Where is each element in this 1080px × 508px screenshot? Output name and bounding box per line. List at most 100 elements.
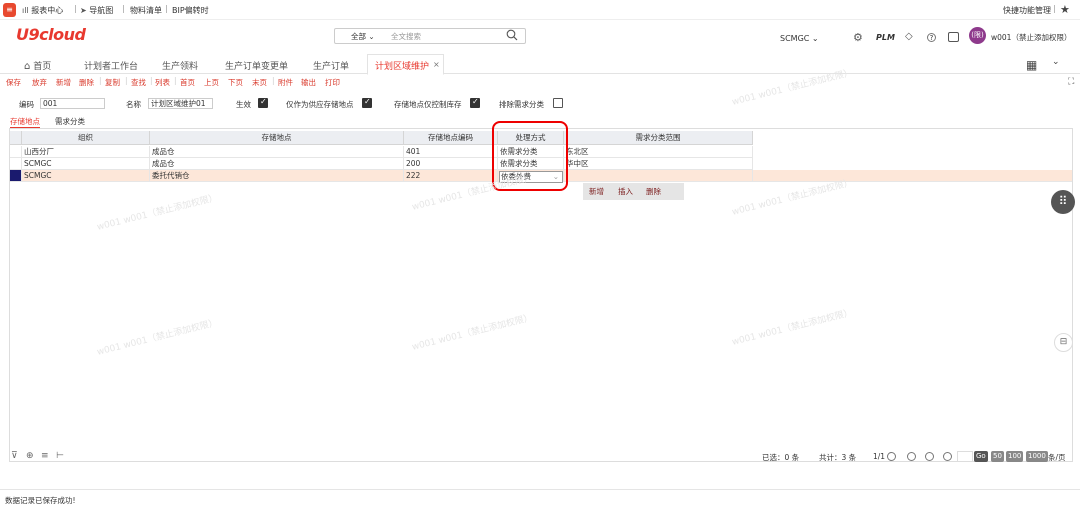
code-field[interactable]: 001 — [40, 98, 105, 109]
cell-location-code[interactable]: 401 — [404, 146, 498, 158]
tab-production-order[interactable]: 生产订单 — [313, 59, 349, 72]
column-settings-icon[interactable]: ≡ — [41, 451, 49, 461]
close-icon[interactable]: × — [433, 60, 440, 69]
search-input[interactable]: 全文搜索 — [391, 31, 421, 42]
tab-planner-workbench[interactable]: 计划者工作台 — [84, 59, 138, 72]
search-scope-select[interactable]: 全部 ⌄ — [351, 31, 375, 42]
divider: | — [99, 76, 102, 85]
effective-checkbox[interactable] — [258, 97, 268, 108]
list-button[interactable]: 列表 — [155, 77, 170, 88]
tab-production-picking[interactable]: 生产领料 — [162, 59, 198, 72]
tab-planning-area[interactable]: 计划区域维护 — [375, 59, 429, 72]
add-circle-icon[interactable]: ⊕ — [26, 451, 34, 461]
app-grid-icon[interactable]: ⠿ — [1051, 190, 1075, 214]
help-icon[interactable]: ? — [927, 33, 936, 42]
calendar-icon[interactable] — [948, 32, 959, 42]
new-button[interactable]: 新增 — [56, 77, 71, 88]
app-menu-icon[interactable]: ≡ — [3, 3, 16, 17]
star-icon[interactable]: ★ — [1060, 3, 1070, 16]
avatar[interactable]: (限) — [969, 27, 986, 44]
quick-function-link[interactable]: 快捷功能管理 — [1003, 5, 1051, 16]
page-indicator: 1/1 — [873, 452, 886, 461]
cell-location[interactable]: 成品仓 — [150, 158, 404, 170]
cell-location[interactable]: 成品仓 — [150, 146, 404, 158]
prev-page-icon[interactable] — [907, 452, 916, 461]
cell-org[interactable]: SCMGC — [22, 158, 150, 170]
copy-button[interactable]: 复制 — [105, 77, 120, 88]
last-page-icon[interactable] — [943, 452, 952, 461]
user-name[interactable]: w001（禁止添加权限） — [991, 32, 1071, 43]
cell-location-code[interactable]: 222 — [404, 170, 498, 182]
top-bar — [0, 0, 1080, 20]
report-center-link[interactable]: ıll 报表中心 — [22, 5, 63, 16]
expand-icon[interactable]: ⛶ — [1068, 77, 1074, 87]
column-header-location[interactable]: 存储地点 — [150, 131, 404, 145]
inventory-only-checkbox[interactable] — [470, 97, 480, 108]
plm-icon[interactable]: PLM — [876, 33, 895, 42]
column-header-org[interactable]: 组织 — [22, 131, 150, 145]
divider: | — [74, 4, 77, 13]
page-input[interactable] — [957, 451, 973, 462]
org-select[interactable]: SCMGC ⌄ — [780, 34, 819, 43]
row-selector[interactable] — [10, 146, 22, 158]
row-selector[interactable] — [10, 158, 22, 170]
grid-menu-icon[interactable]: ▦ — [1026, 58, 1037, 72]
search-icon[interactable] — [506, 29, 518, 41]
filter-icon[interactable]: ⊽ — [11, 451, 18, 461]
row-add-button[interactable]: 新增 — [589, 186, 604, 197]
column-header-location-code[interactable]: 存储地点编码 — [404, 131, 498, 145]
row-selector-selected[interactable] — [10, 170, 22, 182]
chevron-down-icon: ⌄ — [811, 34, 819, 43]
divider: | — [1053, 4, 1056, 13]
first-page-icon[interactable] — [887, 452, 896, 461]
last-page-button[interactable]: 末页 — [252, 77, 267, 88]
page-size-100[interactable]: 100 — [1006, 451, 1024, 462]
name-field[interactable]: 计划区域维护01 — [148, 98, 213, 109]
next-page-icon[interactable] — [925, 452, 934, 461]
tab-home[interactable]: ⌂ 首页 — [24, 59, 51, 72]
page-size-50[interactable]: 50 — [991, 451, 1004, 462]
cell-demand-range[interactable] — [564, 170, 753, 182]
find-button[interactable]: 查找 — [131, 77, 146, 88]
scan-icon[interactable]: ⊟ — [1054, 333, 1073, 352]
bom-link[interactable]: 物料清单 — [130, 5, 162, 16]
logo: U9cloud — [16, 25, 86, 44]
exclude-demand-checkbox[interactable] — [553, 98, 563, 108]
discard-button[interactable]: 放弃 — [32, 77, 47, 88]
tab-order-change[interactable]: 生产订单变更单 — [225, 59, 288, 72]
subtab-demand[interactable]: 需求分类 — [55, 116, 85, 127]
supply-only-checkbox[interactable] — [362, 97, 372, 108]
bip-link[interactable]: BIP偏转时 — [172, 5, 209, 16]
page-size-1000[interactable]: 1000 — [1026, 451, 1048, 462]
chevron-down-icon: ⌄ — [368, 32, 375, 41]
column-header-demand-range[interactable]: 需求分类范围 — [564, 131, 753, 145]
divider: | — [122, 4, 125, 13]
save-button[interactable]: 保存 — [6, 77, 21, 88]
tree-icon[interactable]: ⊢ — [56, 451, 64, 461]
cell-demand-range[interactable]: 华中区 — [564, 158, 753, 170]
cell-location[interactable]: 委托代销仓 — [150, 170, 404, 182]
row-fill — [753, 170, 1072, 182]
cell-org[interactable]: SCMGC — [22, 170, 150, 182]
cell-location-code[interactable]: 200 — [404, 158, 498, 170]
row-insert-button[interactable]: 插入 — [618, 186, 633, 197]
chevron-down-icon[interactable]: ⌄ — [1052, 57, 1060, 67]
prev-page-button[interactable]: 上页 — [204, 77, 219, 88]
delete-button[interactable]: 删除 — [79, 77, 94, 88]
attachment-button[interactable]: 附件 — [278, 77, 293, 88]
graduation-icon[interactable]: ◇ — [905, 31, 913, 42]
settings-icon[interactable]: ⚙ — [853, 31, 863, 44]
divider: | — [272, 76, 275, 85]
effective-label: 生效 — [236, 100, 251, 109]
print-button[interactable]: 打印 — [325, 77, 340, 88]
cell-org[interactable]: 山西分厂 — [22, 146, 150, 158]
subtab-storage[interactable]: 存储地点 — [10, 116, 40, 128]
first-page-button[interactable]: 首页 — [180, 77, 195, 88]
row-delete-button[interactable]: 删除 — [646, 186, 661, 197]
go-button[interactable]: Go — [974, 451, 988, 462]
output-button[interactable]: 输出 — [301, 77, 316, 88]
nav-map-link[interactable]: ➤ 导航图 — [80, 5, 113, 16]
cell-demand-range[interactable]: 东北区 — [564, 146, 753, 158]
next-page-button[interactable]: 下页 — [228, 77, 243, 88]
divider: | — [150, 76, 153, 85]
